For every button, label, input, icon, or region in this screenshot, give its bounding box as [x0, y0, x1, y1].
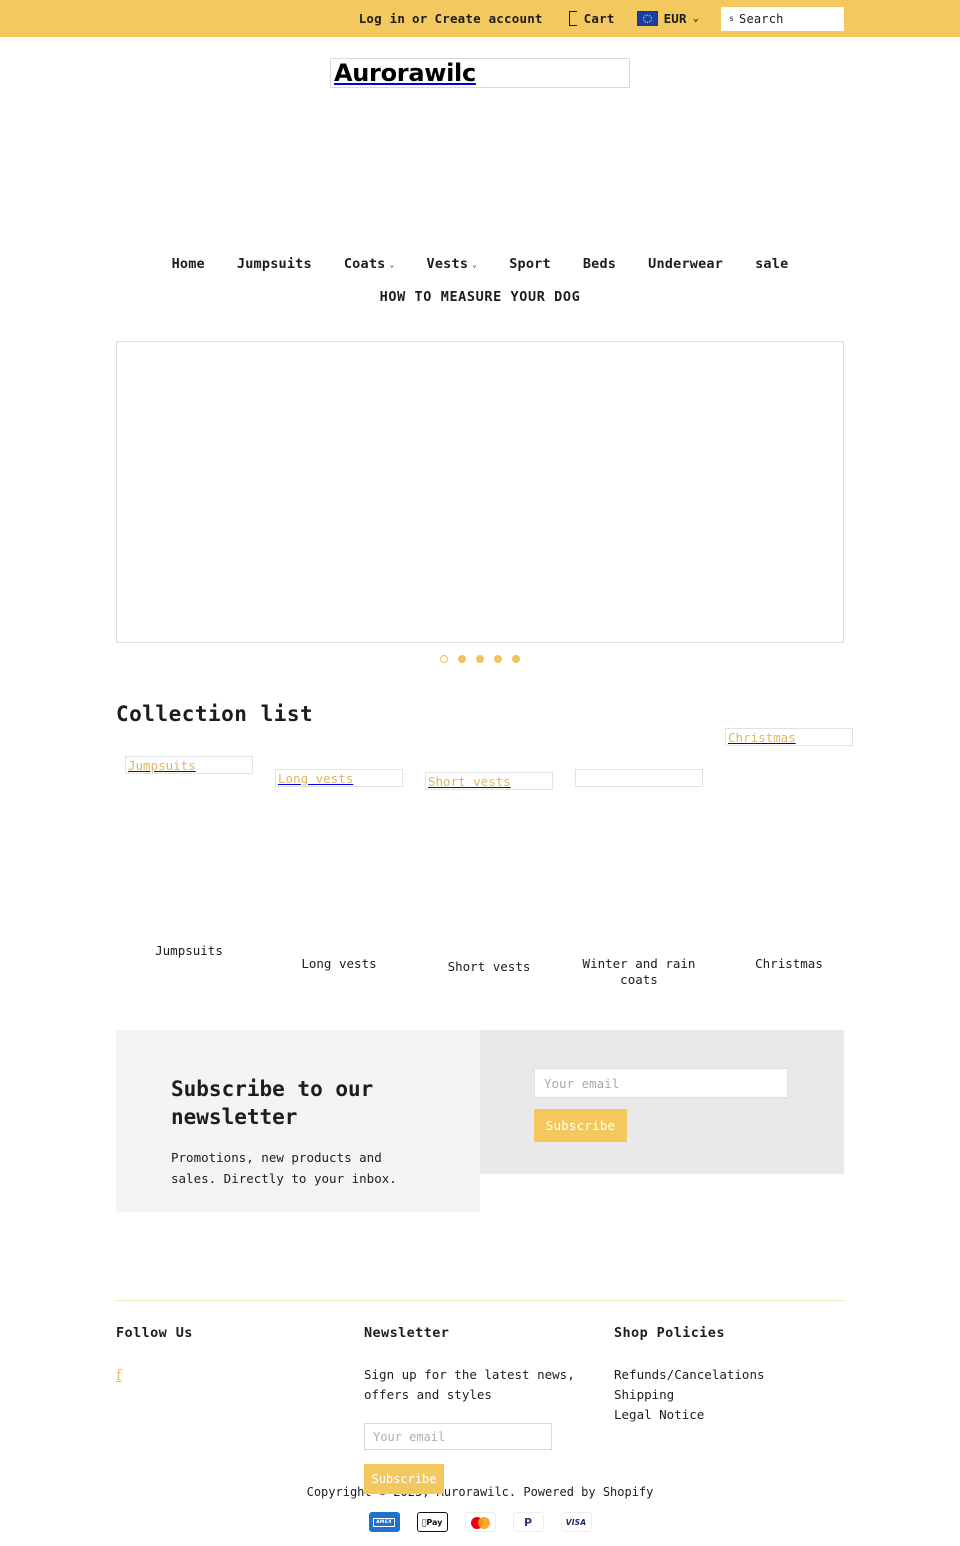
cart-link[interactable]: Cart: [568, 11, 615, 26]
nav-item-jumpsuits[interactable]: Jumpsuits: [221, 256, 328, 272]
collection-image: Christmas: [725, 728, 853, 746]
newsletter-email-field[interactable]: Your email: [534, 1068, 788, 1098]
logo-link[interactable]: Aurorawilc: [330, 58, 630, 88]
collection-image: Long vests: [275, 769, 403, 787]
slideshow-dot-3[interactable]: [476, 655, 484, 663]
site-footer: Follow Us f Newsletter Sign up for the l…: [116, 1301, 844, 1494]
nav-item-coats[interactable]: Coats ⌄: [328, 256, 411, 272]
nav-label: Jumpsuits: [236, 256, 312, 272]
or-label: or: [412, 11, 428, 26]
footer-column-follow-us: Follow Us f: [116, 1325, 346, 1384]
footer-link-refunds[interactable]: Refunds/Cancelations: [614, 1365, 844, 1385]
nav-label: Sport: [509, 256, 551, 272]
collection-card-long-vests[interactable]: Long vests Long vests: [266, 769, 412, 971]
footer-link-legal-notice[interactable]: Legal Notice: [614, 1405, 844, 1425]
nav-item-sale[interactable]: sale: [739, 256, 804, 272]
main-navigation: Home Jumpsuits Coats ⌄ Vests ⌄ Sport Bed…: [0, 256, 960, 272]
collection-card-jumpsuits[interactable]: Jumpsuits Jumpsuits: [116, 756, 262, 958]
collection-label: Winter and rain coats: [582, 956, 696, 987]
collection-image: [575, 769, 703, 787]
footer-heading-follow-us: Follow Us: [116, 1325, 193, 1341]
collection-list: Jumpsuits Jumpsuits Long vests Long vest…: [116, 726, 853, 987]
newsletter-form-panel: Your email Subscribe: [480, 1030, 844, 1174]
footer-email-placeholder: Your email: [373, 1429, 446, 1444]
payment-methods: AMEX Pay P VISA: [0, 1512, 960, 1532]
logo-text: Aurorawilc: [334, 59, 476, 87]
mastercard-icon: [464, 1512, 496, 1532]
currency-selector[interactable]: EUR ⌄: [636, 11, 699, 26]
newsletter-title: Subscribe to our newsletter: [171, 1077, 374, 1129]
login-link[interactable]: Log in: [359, 11, 405, 26]
newsletter-banner: Subscribe to our newsletter Promotions, …: [116, 1030, 844, 1212]
newsletter-subscribe-button[interactable]: Subscribe: [534, 1109, 627, 1142]
hero-slideshow[interactable]: [116, 341, 844, 643]
nav-item-how-to-measure[interactable]: HOW TO MEASURE YOUR DOG: [380, 289, 581, 305]
currency-label: EUR: [663, 11, 687, 26]
footer-column-newsletter: Newsletter Sign up for the latest news, …: [364, 1325, 594, 1494]
nav-label: Underwear: [648, 256, 724, 272]
create-account-link[interactable]: Create account: [435, 11, 543, 26]
account-links: Log in or Create account: [359, 11, 543, 26]
collection-label: Long vests: [301, 956, 377, 971]
nav-label: Coats: [343, 256, 386, 272]
collection-card-winter-and-rain-coats[interactable]: Winter and rain coats: [566, 769, 712, 987]
collection-label: Short vests: [447, 959, 531, 974]
slideshow-dot-4[interactable]: [494, 655, 502, 663]
nav-item-underwear[interactable]: Underwear: [632, 256, 739, 272]
nav-item-home[interactable]: Home: [156, 256, 221, 272]
footer-email-field[interactable]: Your email: [364, 1423, 552, 1450]
collection-card-short-vests[interactable]: Short vests Short vests: [416, 772, 562, 974]
footer-column-shop-policies: Shop Policies Refunds/Cancelations Shipp…: [614, 1325, 844, 1425]
secondary-navigation: HOW TO MEASURE YOUR DOG: [0, 289, 960, 305]
chevron-down-icon: ⌄: [472, 260, 478, 269]
newsletter-email-placeholder: Your email: [544, 1075, 620, 1091]
search-input[interactable]: s Search: [721, 6, 844, 31]
footer-policy-links: Refunds/Cancelations Shipping Legal Noti…: [614, 1365, 844, 1425]
eu-flag-icon: [636, 11, 658, 26]
collection-label: Christmas: [755, 956, 823, 971]
nav-item-sport[interactable]: Sport: [493, 256, 567, 272]
newsletter-subtitle: Promotions, new products and sales. Dire…: [171, 1150, 397, 1186]
footer-newsletter-text: Sign up for the latest news, offers and …: [364, 1367, 575, 1402]
footer-link-shipping[interactable]: Shipping: [614, 1385, 844, 1405]
search-placeholder: Search: [739, 11, 784, 26]
search-icon: s: [729, 14, 735, 23]
cart-label: Cart: [583, 11, 615, 26]
visa-icon: VISA: [560, 1512, 592, 1532]
chevron-down-icon: ⌄: [692, 13, 699, 24]
slideshow-dot-1[interactable]: [440, 655, 448, 663]
nav-label: Vests: [426, 256, 469, 272]
paypal-icon: P: [512, 1512, 544, 1532]
top-utility-bar: Log in or Create account Cart EUR ⌄ s Se…: [0, 0, 960, 37]
nav-label: sale: [755, 256, 789, 272]
newsletter-text-panel: Subscribe to our newsletter Promotions, …: [116, 1030, 480, 1212]
collection-label: Jumpsuits: [155, 943, 223, 958]
collection-image: Jumpsuits: [125, 756, 253, 774]
facebook-icon[interactable]: f: [116, 1366, 122, 1384]
nav-item-beds[interactable]: Beds: [567, 256, 632, 272]
nav-item-vests[interactable]: Vests ⌄: [411, 256, 494, 272]
slideshow-dot-5[interactable]: [512, 655, 520, 663]
slideshow-pagination: [0, 655, 960, 663]
cart-icon: [568, 11, 577, 26]
page-title: Collection list: [116, 702, 314, 726]
chevron-down-icon: ⌄: [389, 260, 395, 269]
site-header: Aurorawilc: [0, 58, 960, 88]
nav-label: Beds: [582, 256, 617, 272]
footer-heading-shop-policies: Shop Policies: [614, 1325, 725, 1341]
nav-label: Home: [171, 256, 205, 272]
footer-subscribe-button[interactable]: Subscribe: [364, 1464, 444, 1494]
footer-heading-newsletter: Newsletter: [364, 1325, 450, 1341]
collection-card-christmas[interactable]: Christmas Christmas: [716, 728, 862, 971]
amex-icon: AMEX: [368, 1512, 400, 1532]
slideshow-dot-2[interactable]: [458, 655, 466, 663]
apple-pay-icon: Pay: [416, 1512, 448, 1532]
collection-image: Short vests: [425, 772, 553, 790]
